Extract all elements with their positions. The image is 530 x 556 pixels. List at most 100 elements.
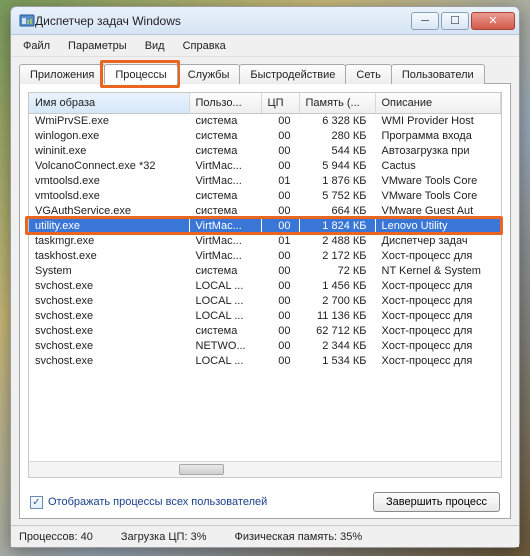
cell-memory: 2 172 КБ [299, 249, 375, 264]
minimize-button[interactable]: ─ [411, 12, 439, 30]
cell-memory: 2 700 КБ [299, 294, 375, 309]
cell-memory: 544 КБ [299, 144, 375, 159]
table-row[interactable]: taskmgr.exeVirtMac...012 488 КБДиспетчер… [29, 234, 501, 249]
close-button[interactable]: ✕ [471, 12, 515, 30]
cell-image: System [29, 264, 189, 279]
col-description[interactable]: Описание [375, 93, 501, 114]
cell-user: VirtMac... [189, 159, 261, 174]
tab-content: Имя образа Пользо... ЦП Память (... Опис… [19, 83, 511, 519]
table-row[interactable]: Systemсистема0072 КБNT Kernel & System [29, 264, 501, 279]
table-row[interactable]: svchost.exeLOCAL ...002 700 КБХост-проце… [29, 294, 501, 309]
cell-memory: 5 944 КБ [299, 159, 375, 174]
tab-users[interactable]: Пользователи [391, 64, 485, 84]
task-manager-window: Диспетчер задач Windows ─ ☐ ✕ Файл Парам… [10, 6, 520, 548]
cell-image: svchost.exe [29, 339, 189, 354]
cell-image: taskmgr.exe [29, 234, 189, 249]
table-row[interactable]: VolcanoConnect.exe *32VirtMac...005 944 … [29, 159, 501, 174]
tab-applications[interactable]: Приложения [19, 64, 105, 84]
cell-user: система [189, 204, 261, 219]
checkbox-label: Отображать процессы всех пользователей [48, 496, 267, 508]
table-row[interactable]: svchost.exeNETWO...002 344 КБХост-процес… [29, 339, 501, 354]
status-process-count: Процессов: 40 [19, 531, 93, 543]
tab-network[interactable]: Сеть [345, 64, 391, 84]
cell-description: Хост-процесс для [375, 354, 501, 369]
table-row[interactable]: VGAuthService.exeсистема00664 КБVMware G… [29, 204, 501, 219]
table-row[interactable]: WmiPrvSE.exeсистема006 328 КБWMI Provide… [29, 114, 501, 130]
cell-description: Хост-процесс для [375, 324, 501, 339]
cell-description: Хост-процесс для [375, 339, 501, 354]
cell-memory: 6 328 КБ [299, 114, 375, 130]
cell-cpu: 00 [261, 129, 299, 144]
cell-cpu: 00 [261, 264, 299, 279]
table-row[interactable]: svchost.exeLOCAL ...001 534 КБХост-проце… [29, 354, 501, 369]
tab-strip: Приложения Процессы Службы Быстродействи… [11, 57, 519, 83]
cell-cpu: 00 [261, 324, 299, 339]
cell-description: Программа входа [375, 129, 501, 144]
tab-processes[interactable]: Процессы [104, 64, 177, 84]
cell-description: Хост-процесс для [375, 309, 501, 324]
process-table: Имя образа Пользо... ЦП Память (... Опис… [29, 93, 501, 369]
table-row[interactable]: taskhost.exeVirtMac...002 172 КБХост-про… [29, 249, 501, 264]
end-process-button[interactable]: Завершить процесс [373, 492, 500, 512]
cell-cpu: 01 [261, 174, 299, 189]
cell-user: система [189, 129, 261, 144]
table-row[interactable]: vmtoolsd.exeсистема005 752 КБVMware Tool… [29, 189, 501, 204]
cell-description: NT Kernel & System [375, 264, 501, 279]
cell-image: svchost.exe [29, 324, 189, 339]
cell-description: VMware Tools Core [375, 174, 501, 189]
horizontal-scrollbar[interactable] [29, 461, 501, 477]
cell-description: Хост-процесс для [375, 249, 501, 264]
table-row[interactable]: svchost.exeLOCAL ...001 456 КБХост-проце… [29, 279, 501, 294]
cell-description: VMware Tools Core [375, 189, 501, 204]
cell-memory: 664 КБ [299, 204, 375, 219]
cell-user: VirtMac... [189, 249, 261, 264]
cell-description: Lenovo Utility [375, 219, 501, 234]
cell-cpu: 00 [261, 159, 299, 174]
cell-cpu: 00 [261, 219, 299, 234]
cell-user: система [189, 264, 261, 279]
tab-services[interactable]: Службы [177, 64, 241, 84]
cell-image: svchost.exe [29, 354, 189, 369]
table-row[interactable]: svchost.exeLOCAL ...0011 136 КБХост-проц… [29, 309, 501, 324]
cell-cpu: 00 [261, 189, 299, 204]
cell-image: svchost.exe [29, 279, 189, 294]
cell-image: svchost.exe [29, 309, 189, 324]
cell-image: wininit.exe [29, 144, 189, 159]
table-row[interactable]: winlogon.exeсистема00280 КБПрограмма вхо… [29, 129, 501, 144]
cell-user: NETWO... [189, 339, 261, 354]
cell-image: VolcanoConnect.exe *32 [29, 159, 189, 174]
titlebar[interactable]: Диспетчер задач Windows ─ ☐ ✕ [11, 7, 519, 35]
col-cpu[interactable]: ЦП [261, 93, 299, 114]
cell-image: utility.exe [29, 219, 189, 234]
menu-help[interactable]: Справка [175, 38, 234, 54]
process-table-wrap: Имя образа Пользо... ЦП Память (... Опис… [28, 92, 502, 478]
tab-performance[interactable]: Быстродействие [239, 64, 346, 84]
cell-image: vmtoolsd.exe [29, 189, 189, 204]
task-manager-icon [19, 13, 35, 29]
show-all-users-checkbox[interactable]: ✓ Отображать процессы всех пользователей [30, 496, 267, 509]
cell-user: LOCAL ... [189, 294, 261, 309]
menu-options[interactable]: Параметры [60, 38, 135, 54]
cell-image: taskhost.exe [29, 249, 189, 264]
menu-view[interactable]: Вид [137, 38, 173, 54]
table-row[interactable]: svchost.exeсистема0062 712 КБХост-процес… [29, 324, 501, 339]
table-row[interactable]: vmtoolsd.exeVirtMac...011 876 КБVMware T… [29, 174, 501, 189]
cell-memory: 2 344 КБ [299, 339, 375, 354]
maximize-button[interactable]: ☐ [441, 12, 469, 30]
col-image-name[interactable]: Имя образа [29, 93, 189, 114]
col-user[interactable]: Пользо... [189, 93, 261, 114]
cell-description: Диспетчер задач [375, 234, 501, 249]
cell-user: LOCAL ... [189, 309, 261, 324]
cell-image: winlogon.exe [29, 129, 189, 144]
cell-description: WMI Provider Host [375, 114, 501, 130]
col-memory[interactable]: Память (... [299, 93, 375, 114]
cell-user: система [189, 189, 261, 204]
menu-file[interactable]: Файл [15, 38, 58, 54]
scrollbar-thumb[interactable] [179, 464, 224, 475]
status-memory-usage: Физическая память: 35% [234, 531, 362, 543]
cell-user: VirtMac... [189, 219, 261, 234]
table-row[interactable]: utility.exeVirtMac...001 824 КБLenovo Ut… [29, 219, 501, 234]
table-row[interactable]: wininit.exeсистема00544 КБАвтозагрузка п… [29, 144, 501, 159]
cell-description: Хост-процесс для [375, 294, 501, 309]
cell-user: VirtMac... [189, 234, 261, 249]
